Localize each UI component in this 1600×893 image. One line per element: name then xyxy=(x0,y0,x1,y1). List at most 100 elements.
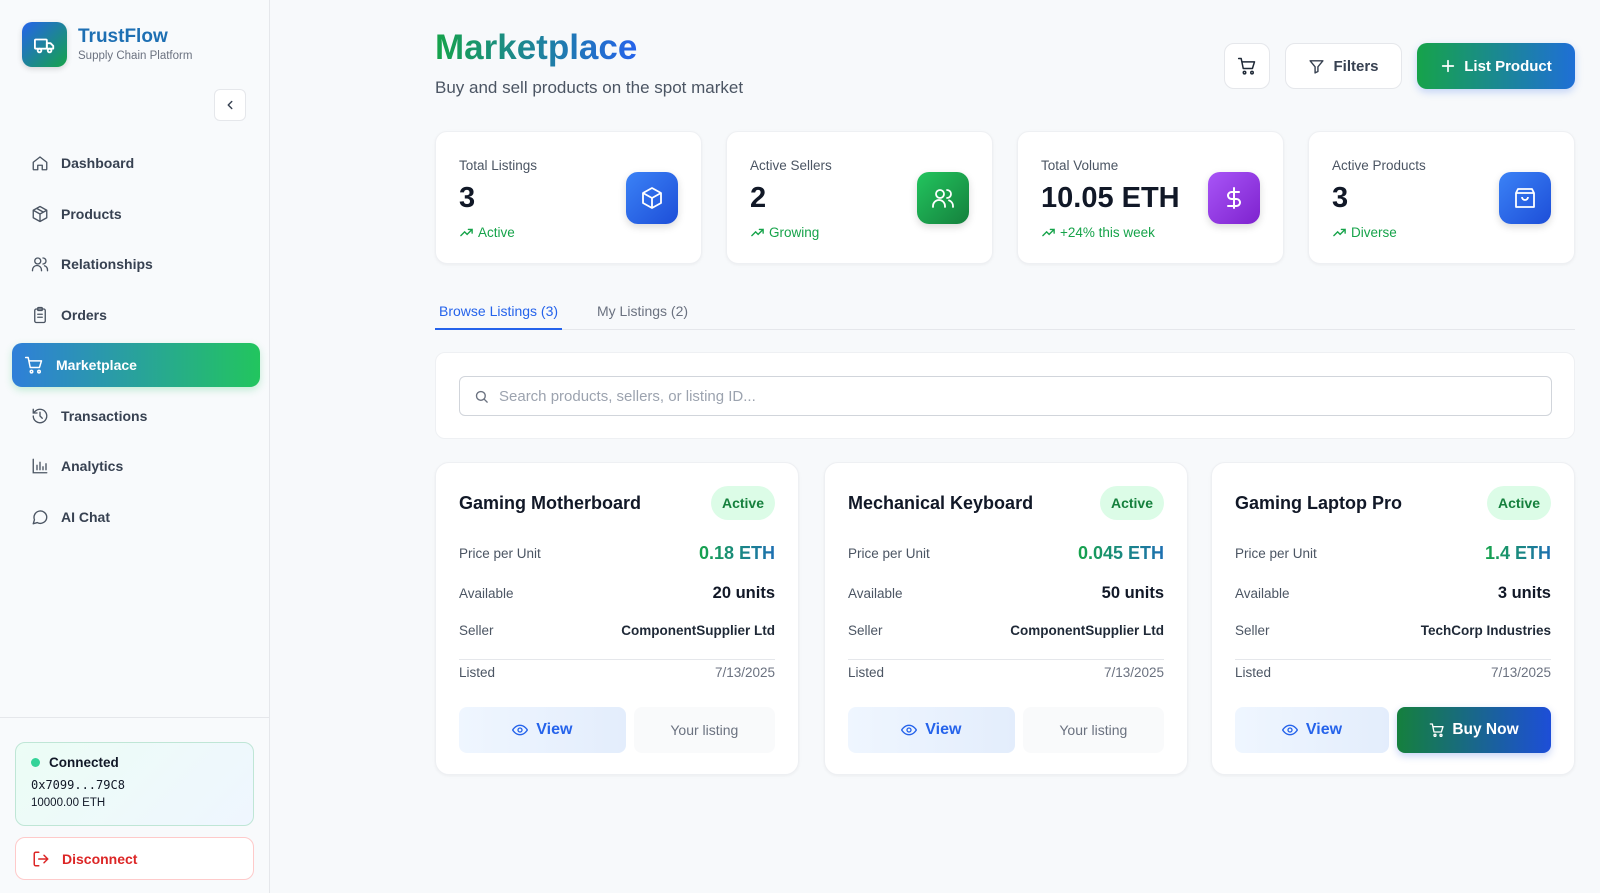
sidebar-item-dashboard[interactable]: Dashboard xyxy=(12,141,260,185)
trending-up-icon xyxy=(751,228,764,237)
trending-up-icon xyxy=(1042,228,1055,237)
sidebar-item-label: Products xyxy=(61,205,122,222)
listing-seller: ComponentSupplier Ltd xyxy=(1010,623,1164,638)
seller-label: Seller xyxy=(459,623,494,638)
page-title: Marketplace xyxy=(435,28,638,67)
stat-trend-label: Active xyxy=(478,225,515,240)
price-label: Price per Unit xyxy=(1235,546,1317,561)
tab-my-listings[interactable]: My Listings (2) xyxy=(597,303,688,328)
eye-icon xyxy=(901,724,918,736)
your-listing-indicator: Your listing xyxy=(633,707,775,753)
seller-label: Seller xyxy=(848,623,883,638)
listing-date: 7/13/2025 xyxy=(714,665,775,680)
search-panel xyxy=(435,352,1575,439)
search-input[interactable] xyxy=(499,387,1499,405)
divider xyxy=(848,659,1164,660)
plus-icon xyxy=(1442,59,1455,73)
view-label: View xyxy=(1305,721,1343,738)
sidebar-item-label: Transactions xyxy=(61,407,148,424)
listing-card: Gaming Motherboard Active Price per Unit… xyxy=(435,462,799,775)
listing-title: Gaming Laptop Pro xyxy=(1235,493,1403,513)
listing-seller: TechCorp Industries xyxy=(1420,623,1551,638)
clipboard-icon xyxy=(34,306,46,323)
your-listing-indicator: Your listing xyxy=(1022,707,1164,753)
sidebar-item-marketplace[interactable]: Marketplace xyxy=(12,343,260,387)
buy-now-button[interactable]: Buy Now xyxy=(1397,707,1551,753)
collapse-sidebar-button[interactable] xyxy=(214,89,246,121)
disconnect-label: Disconnect xyxy=(62,850,138,867)
listing-available: 20 units xyxy=(712,584,775,602)
stat-label: Total Listings xyxy=(459,158,538,173)
stat-trend: Active xyxy=(459,225,515,240)
stat-label: Active Sellers xyxy=(750,158,832,173)
stat-card-total-listings: Total Listings 3 Active xyxy=(435,131,702,264)
view-label: View xyxy=(536,721,573,738)
view-button[interactable]: View xyxy=(1235,707,1389,753)
sidebar-item-products[interactable]: Products xyxy=(12,192,260,236)
stat-card-active-sellers: Active Sellers 2 Growing xyxy=(726,131,993,264)
sidebar-item-relationships[interactable]: Relationships xyxy=(12,242,260,286)
brand[interactable]: TrustFlow Supply Chain Platform xyxy=(22,22,192,67)
listing-price: 0.045 ETH xyxy=(1077,543,1164,563)
sidebar-item-transactions[interactable]: Transactions xyxy=(12,394,260,438)
stat-label: Total Volume xyxy=(1041,158,1119,173)
sidebar-item-label: Orders xyxy=(61,306,107,323)
wallet-balance: 10000.00 ETH xyxy=(31,797,106,809)
sidebar-item-ai-chat[interactable]: AI Chat xyxy=(12,495,260,539)
history-icon xyxy=(32,408,48,423)
view-label: View xyxy=(925,721,962,738)
available-label: Available xyxy=(1235,586,1290,601)
tab-browse-listings[interactable]: Browse Listings (3) xyxy=(435,303,563,330)
sidebar-item-orders[interactable]: Orders xyxy=(12,293,260,337)
listing-title: Mechanical Keyboard xyxy=(848,493,1034,513)
eye-icon xyxy=(1281,724,1298,736)
sidebar-footer: Connected 0x7099...79C8 10000.00 ETH Dis… xyxy=(0,717,270,880)
listing-title: Gaming Motherboard xyxy=(459,493,642,513)
chat-icon xyxy=(32,509,48,524)
view-button[interactable]: View xyxy=(848,707,1015,753)
sidebar-item-label: AI Chat xyxy=(61,508,110,525)
stat-label: Active Products xyxy=(1332,158,1426,173)
list-product-button[interactable]: List Product xyxy=(1417,43,1575,89)
buy-now-label: Buy Now xyxy=(1452,721,1519,738)
cart-button[interactable] xyxy=(1224,43,1270,89)
price-label: Price per Unit xyxy=(848,546,930,561)
listed-label: Listed xyxy=(459,665,496,680)
wallet-status: Connected xyxy=(49,755,119,770)
filters-label: Filters xyxy=(1333,57,1379,75)
listing-price: 1.4 ETH xyxy=(1484,543,1551,563)
disconnect-button[interactable]: Disconnect xyxy=(15,837,254,880)
stat-trend-label: +24% this week xyxy=(1060,225,1155,240)
list-product-label: List Product xyxy=(1464,57,1552,75)
listing-date: 7/13/2025 xyxy=(1103,665,1164,680)
sidebar-item-analytics[interactable]: Analytics xyxy=(12,444,260,488)
cart-icon xyxy=(1237,57,1256,75)
truck-icon xyxy=(22,22,67,67)
stat-trend: Diverse xyxy=(1332,225,1397,240)
view-button[interactable]: View xyxy=(459,707,626,753)
filters-button[interactable]: Filters xyxy=(1285,43,1402,89)
stat-card-total-volume: Total Volume 10.05 ETH +24% this week xyxy=(1017,131,1284,264)
wallet-address: 0x7099...79C8 xyxy=(31,778,125,792)
sidebar-item-label: Relationships xyxy=(61,256,153,272)
stat-trend-label: Growing xyxy=(769,225,820,240)
listed-label: Listed xyxy=(1235,665,1272,680)
package-icon xyxy=(32,205,48,222)
divider xyxy=(1235,659,1551,660)
cart-icon xyxy=(1430,723,1445,737)
stat-trend-label: Diverse xyxy=(1351,225,1397,240)
stat-trend: +24% this week xyxy=(1041,225,1155,240)
listed-label: Listed xyxy=(848,665,885,680)
listing-tabs: Browse Listings (3) My Listings (2) xyxy=(435,300,1575,330)
dollar-icon xyxy=(1208,172,1260,224)
users-icon xyxy=(31,257,49,272)
status-badge: Active xyxy=(1486,486,1551,520)
status-badge: Active xyxy=(1099,486,1164,520)
shopping-bag-icon xyxy=(1499,172,1551,224)
stat-card-active-products: Active Products 3 Diverse xyxy=(1308,131,1575,264)
stat-value: 3 xyxy=(1332,182,1349,214)
eye-icon xyxy=(512,724,529,736)
bar-chart-icon xyxy=(32,458,48,474)
listing-card: Gaming Laptop Pro Active Price per Unit 1… xyxy=(1211,462,1575,775)
trending-up-icon xyxy=(460,228,473,237)
